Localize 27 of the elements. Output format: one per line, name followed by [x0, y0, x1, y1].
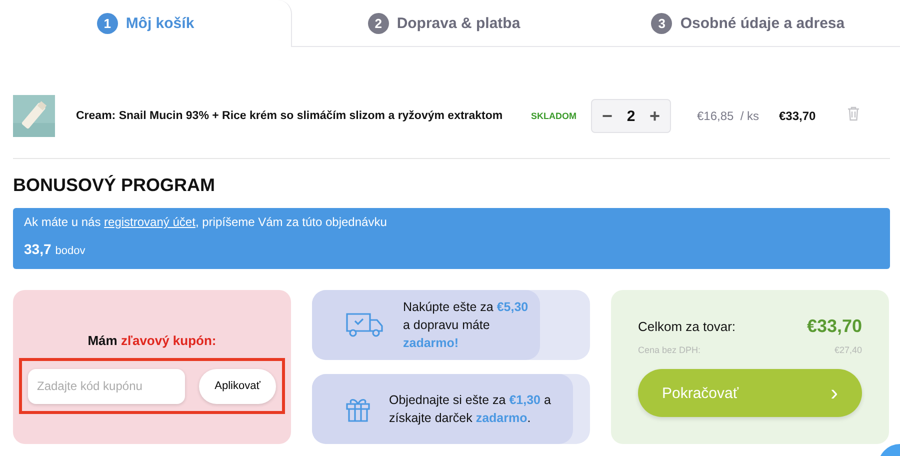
product-name[interactable]: Cream: Snail Mucin 93% + Rice krém so slimáčím slizom a ryžovým extraktom [76, 110, 516, 122]
stock-status: SKLADOM [531, 111, 578, 121]
net-label: Cena bez DPH: [638, 345, 701, 355]
decrease-button[interactable]: − [598, 106, 617, 126]
chevron-icon: › [830, 380, 838, 406]
points-value: 33,7 [24, 241, 52, 257]
account-link[interactable]: registrovaný účet [104, 215, 196, 229]
quantity-value: 2 [626, 108, 636, 124]
line-total: €33,70 [779, 109, 817, 123]
net-value: €27,40 [834, 345, 862, 355]
step-number: 1 [96, 13, 118, 34]
coupon-heading: Mám zľavový kupón: [86, 333, 218, 348]
points-unit: bodov [55, 245, 86, 257]
unit-price: €16,85 / ks [697, 109, 760, 123]
section-heading: BONUSOVÝ PROGRAM [13, 175, 216, 196]
apply-button[interactable]: Aplikovať [199, 368, 276, 404]
step-number: 2 [368, 12, 389, 34]
total-label: Celkom za tovar: [638, 319, 736, 334]
truck-icon [345, 312, 385, 338]
info-text: Nakúpte ešte za €5,30 a dopravu máte zadarmo! [403, 299, 530, 352]
coupon-field[interactable]: Zadajte kód kupónu [28, 368, 185, 404]
step-number: 3 [651, 12, 672, 34]
trash-icon[interactable] [847, 106, 860, 121]
bonus-text: Ak máte u nás registrovaný účet, pripíšeme Vám za túto objednávku [24, 215, 388, 229]
total-value: €33,70 [806, 316, 862, 337]
increase-button[interactable]: + [645, 106, 664, 126]
info-text: Objednajte si ešte za €1,30 a získajte darček zadarmo. [389, 392, 551, 427]
